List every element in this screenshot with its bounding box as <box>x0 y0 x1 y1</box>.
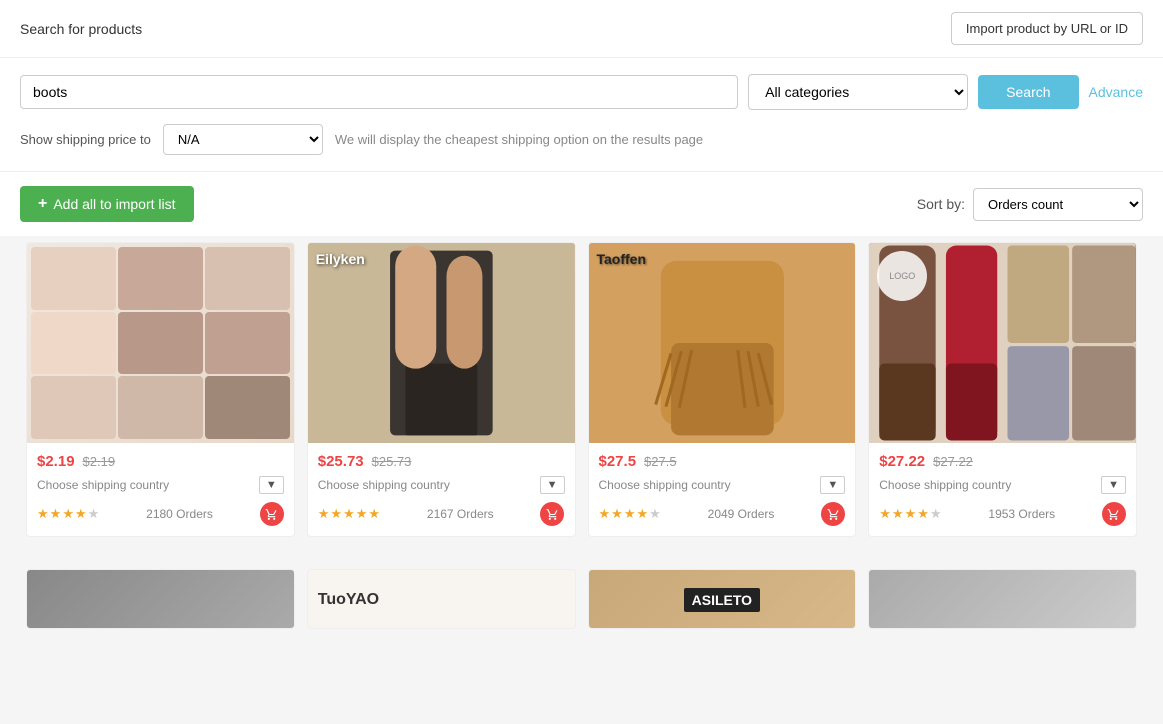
page-title: Search for products <box>20 21 142 37</box>
brand-label: Taoffen <box>597 251 647 267</box>
orders-count: 2167 Orders <box>427 507 494 521</box>
product-image[interactable]: LOGO <box>869 243 1136 443</box>
product-card-partial[interactable]: TuoYAO <box>307 569 576 629</box>
products-grid: $2.19 $2.19 Choose shipping country ▼ ★★… <box>0 236 1163 563</box>
product-card-partial[interactable] <box>26 569 295 629</box>
import-product-button[interactable]: Import product by URL or ID <box>951 12 1143 45</box>
shipping-country-text: Choose shipping country <box>318 478 450 492</box>
price-current: $25.73 <box>318 453 364 470</box>
add-all-label: Add all to import list <box>53 196 175 212</box>
add-to-cart-button[interactable] <box>260 502 284 526</box>
shipping-hint: We will display the cheapest shipping op… <box>335 132 703 147</box>
advance-link[interactable]: Advance <box>1089 84 1143 100</box>
product-card: LOGO $27.22 $27.22 Choose shipping count… <box>868 242 1137 537</box>
product-image[interactable]: Taoffen <box>589 243 856 443</box>
price-original: $27.22 <box>933 454 973 469</box>
product-card-partial[interactable] <box>868 569 1137 629</box>
price-original: $2.19 <box>83 454 116 469</box>
shipping-country-text: Choose shipping country <box>599 478 731 492</box>
price-original: $25.73 <box>372 454 412 469</box>
product-image[interactable] <box>27 243 294 443</box>
orders-count: 2049 Orders <box>708 507 775 521</box>
add-to-cart-button[interactable] <box>540 502 564 526</box>
shipping-country-text: Choose shipping country <box>879 478 1011 492</box>
product-card: $2.19 $2.19 Choose shipping country ▼ ★★… <box>26 242 295 537</box>
shipping-country-dropdown[interactable]: ▼ <box>540 476 565 494</box>
shipping-country-text: Choose shipping country <box>37 478 169 492</box>
brand-label: Eilyken <box>316 251 365 267</box>
sort-label: Sort by: <box>917 196 965 212</box>
category-select[interactable]: All categories Shoes Boots Women's Shoes <box>748 74 968 110</box>
search-button[interactable]: Search <box>978 75 1078 109</box>
stars: ★★★★★ <box>37 506 99 522</box>
stars: ★★★★★ <box>318 506 380 522</box>
product-card: Eilyken $25.73 $25.73 Choose shippin <box>307 242 576 537</box>
search-input[interactable] <box>20 75 738 109</box>
price-current: $2.19 <box>37 453 75 470</box>
brand-name: TuoYAO <box>308 570 575 629</box>
show-shipping-label: Show shipping price to <box>20 132 151 147</box>
add-to-cart-button[interactable] <box>821 502 845 526</box>
add-to-cart-button[interactable] <box>1102 502 1126 526</box>
product-image[interactable]: Eilyken <box>308 243 575 443</box>
orders-count: 1953 Orders <box>988 507 1055 521</box>
brand-logo: LOGO <box>877 251 927 301</box>
shipping-country-dropdown[interactable]: ▼ <box>259 476 284 494</box>
price-current: $27.22 <box>879 453 925 470</box>
shipping-country-dropdown[interactable]: ▼ <box>1101 476 1126 494</box>
bottom-row: TuoYAO ASILETO <box>0 563 1163 635</box>
add-all-button[interactable]: + Add all to import list <box>20 186 194 222</box>
stars: ★★★★★ <box>599 506 661 522</box>
brand-label: ASILETO <box>684 588 760 612</box>
price-current: $27.5 <box>599 453 637 470</box>
sort-select[interactable]: Orders count Price low to high Price hig… <box>973 188 1143 221</box>
product-card: Taoffen $27.5 $27. <box>588 242 857 537</box>
orders-count: 2180 Orders <box>146 507 213 521</box>
price-original: $27.5 <box>644 454 677 469</box>
shipping-country-dropdown[interactable]: ▼ <box>820 476 845 494</box>
shipping-country-select[interactable]: N/A United States United Kingdom <box>163 124 323 155</box>
product-card-partial[interactable]: ASILETO <box>588 569 857 629</box>
plus-icon: + <box>38 195 47 213</box>
stars: ★★★★★ <box>879 506 941 522</box>
